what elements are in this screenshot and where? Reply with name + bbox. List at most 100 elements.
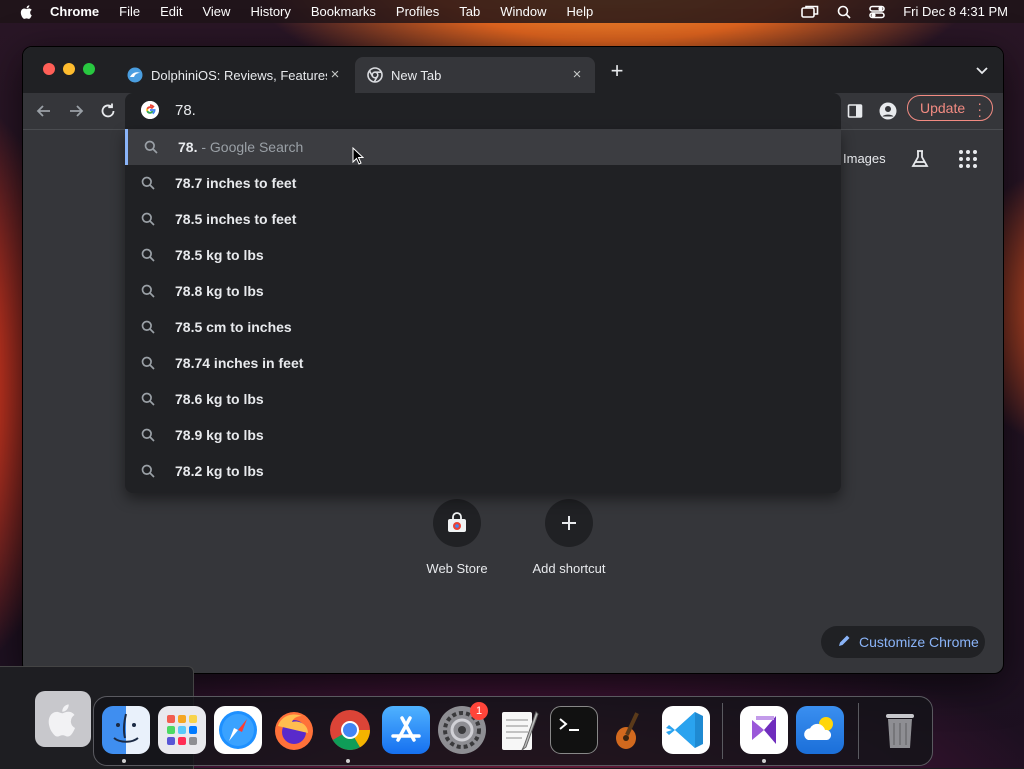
shortcut-label: Web Store xyxy=(426,561,488,576)
firefox-icon[interactable] xyxy=(270,706,318,754)
suggestion-text: 78.6 kg to lbs xyxy=(175,391,264,407)
search-icon xyxy=(141,284,155,298)
arrow-left-icon xyxy=(36,105,50,117)
tab-new-tab[interactable]: New Tab × xyxy=(355,57,595,93)
omnibox[interactable]: 78. xyxy=(125,93,841,129)
suggestion-text: 78.7 inches to feet xyxy=(175,175,297,191)
suggestion-text: 78.2 kg to lbs xyxy=(175,463,264,479)
google-g-icon xyxy=(141,101,159,119)
arrow-right-icon xyxy=(70,105,84,117)
search-icon xyxy=(141,176,155,190)
spotlight-search-icon[interactable] xyxy=(837,5,851,19)
terminal-icon[interactable] xyxy=(550,706,598,754)
close-window-button[interactable] xyxy=(43,63,55,75)
suggestion-item[interactable]: 78.8 kg to lbs xyxy=(125,273,841,309)
launchpad-icon[interactable] xyxy=(158,706,206,754)
back-button[interactable] xyxy=(35,102,53,120)
more-menu-icon[interactable]: · · · xyxy=(977,96,982,122)
vscode-icon[interactable] xyxy=(662,706,710,754)
new-tab-button[interactable]: + xyxy=(607,60,627,82)
suggestion-item[interactable]: 78.6 kg to lbs xyxy=(125,381,841,417)
pencil-icon xyxy=(839,635,850,646)
menu-bar-clock[interactable]: Fri Dec 8 4:31 PM xyxy=(903,4,1008,19)
tab-close-icon[interactable]: × xyxy=(569,67,585,83)
update-button[interactable]: Update · · · xyxy=(907,95,993,122)
suggestion-suffix: - Google Search xyxy=(197,139,304,155)
suggestion-text: 78.8 kg to lbs xyxy=(175,283,264,299)
suggestion-text: 78.9 kg to lbs xyxy=(175,427,264,443)
shortcut-add[interactable]: Add shortcut xyxy=(529,499,609,576)
shortcut-circle xyxy=(433,499,481,547)
search-icon xyxy=(141,392,155,406)
menu-history[interactable]: History xyxy=(250,4,290,19)
google-apps-grid-icon[interactable] xyxy=(958,149,978,169)
minimize-window-button[interactable] xyxy=(63,63,75,75)
shortcut-web-store[interactable]: Web Store xyxy=(417,499,497,576)
notification-badge: 1 xyxy=(470,702,488,720)
search-icon xyxy=(144,140,158,154)
menu-tab[interactable]: Tab xyxy=(459,4,480,19)
running-indicator xyxy=(346,759,350,763)
suggestion-item[interactable]: 78.5 inches to feet xyxy=(125,201,841,237)
menu-file[interactable]: File xyxy=(119,4,140,19)
chrome-favicon-icon xyxy=(367,67,383,83)
suggestion-text: 78.5 inches to feet xyxy=(175,211,297,227)
menu-view[interactable]: View xyxy=(202,4,230,19)
customize-chrome-button[interactable]: Customize Chrome xyxy=(821,626,985,658)
screen-mirroring-icon[interactable] xyxy=(801,5,819,19)
garageband-icon[interactable] xyxy=(606,706,654,754)
reload-icon xyxy=(101,103,115,118)
search-icon xyxy=(141,212,155,226)
suggestion-query: 78. xyxy=(178,139,198,155)
chrome-window: DolphiniOS: Reviews, Features, × New Tab… xyxy=(22,46,1004,674)
suggestion-item[interactable]: 78.74 inches in feet xyxy=(125,345,841,381)
apple-menu-icon[interactable] xyxy=(19,4,35,20)
plus-icon xyxy=(562,516,576,530)
trash-icon[interactable] xyxy=(876,706,924,754)
finder-icon[interactable] xyxy=(102,706,150,754)
forward-button[interactable] xyxy=(67,102,85,120)
tab-title: DolphiniOS: Reviews, Features, xyxy=(151,67,327,83)
menu-window[interactable]: Window xyxy=(500,4,546,19)
images-link[interactable]: Images xyxy=(843,151,886,166)
menu-app-name[interactable]: Chrome xyxy=(50,4,99,19)
zoom-window-button[interactable] xyxy=(83,63,95,75)
chrome-icon[interactable] xyxy=(326,706,374,754)
tab-close-icon[interactable]: × xyxy=(327,67,343,83)
dock: 1 xyxy=(93,696,933,766)
suggestion-item[interactable]: 78.2 kg to lbs xyxy=(125,453,841,489)
suggestion-text: 78.74 inches in feet xyxy=(175,355,304,371)
menu-bar-status: Fri Dec 8 4:31 PM xyxy=(801,0,1008,23)
profile-avatar-icon[interactable] xyxy=(879,102,897,120)
running-indicator xyxy=(122,759,126,763)
search-icon xyxy=(141,464,155,478)
suggestion-item[interactable]: 78.9 kg to lbs xyxy=(125,417,841,453)
menu-bookmarks[interactable]: Bookmarks xyxy=(311,4,376,19)
safari-icon[interactable] xyxy=(214,706,262,754)
suggestion-item[interactable]: 78.5 kg to lbs xyxy=(125,237,841,273)
search-icon xyxy=(141,428,155,442)
mouse-cursor-icon xyxy=(352,147,364,165)
menu-edit[interactable]: Edit xyxy=(160,4,182,19)
suggestion-item[interactable]: 78.5 cm to inches xyxy=(125,309,841,345)
suggestion-item[interactable]: 78. - Google Search xyxy=(125,129,841,165)
web-store-icon xyxy=(448,512,466,532)
dolphin-favicon-icon xyxy=(127,67,143,83)
tab-search-chevron-icon[interactable] xyxy=(975,63,989,77)
tab-dolphinios[interactable]: DolphiniOS: Reviews, Features, × xyxy=(115,57,353,93)
side-panel-icon[interactable] xyxy=(847,103,863,119)
dock-divider xyxy=(858,703,859,759)
weather-icon[interactable] xyxy=(796,706,844,754)
reload-button[interactable] xyxy=(99,102,117,120)
suggestion-item[interactable]: 78.7 inches to feet xyxy=(125,165,841,201)
visual-studio-icon[interactable] xyxy=(740,706,788,754)
textedit-icon[interactable] xyxy=(494,706,542,754)
apple-logo-window-icon xyxy=(35,691,91,747)
menu-help[interactable]: Help xyxy=(567,4,594,19)
omnibox-input-value[interactable]: 78. xyxy=(175,102,196,119)
app-store-icon[interactable] xyxy=(382,706,430,754)
control-center-icon[interactable] xyxy=(869,5,886,19)
labs-flask-icon[interactable] xyxy=(909,148,931,170)
update-label: Update xyxy=(920,100,966,116)
menu-profiles[interactable]: Profiles xyxy=(396,4,439,19)
